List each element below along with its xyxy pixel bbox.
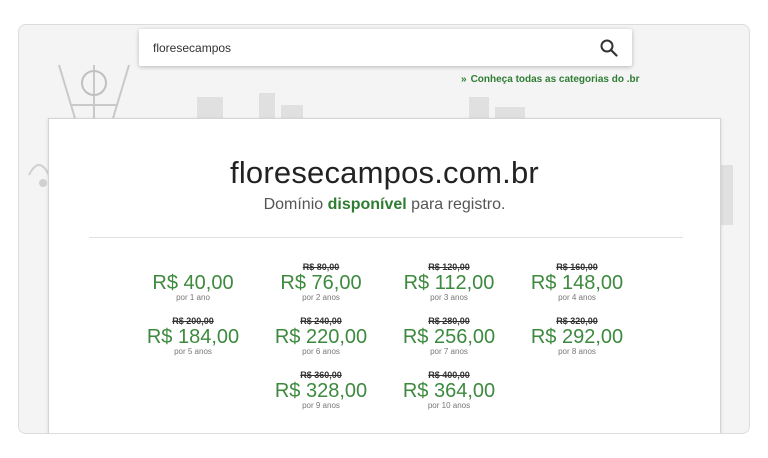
price-period: por 9 anos: [302, 401, 340, 410]
discounted-price: R$ 220,00: [274, 326, 368, 348]
discounted-price: R$ 364,00: [402, 380, 496, 402]
price-period: por 4 anos: [558, 293, 596, 302]
status-prefix: Domínio: [263, 196, 324, 213]
divider: [89, 237, 683, 238]
status-available: disponível: [327, 196, 407, 213]
price-period: por 7 anos: [430, 347, 468, 356]
page-frame: »Conheça todas as categorias do .br flor…: [18, 24, 750, 434]
discounted-price: R$ 184,00: [146, 326, 240, 348]
search-bar: [139, 29, 632, 66]
status-suffix: para registro.: [411, 196, 506, 213]
price-options: R$ 40,00 por 1 ano R$ 80,00 R$ 76,00 por…: [129, 262, 644, 424]
price-period: por 10 anos: [427, 401, 471, 410]
all-categories-label: Conheça todas as categorias do .br: [470, 74, 640, 85]
price-option-4-years[interactable]: R$ 160,00 R$ 148,00 por 4 anos: [513, 262, 641, 316]
all-categories-link[interactable]: » Conheça todas as categorias do .br: [461, 74, 640, 85]
price-period: por 6 anos: [302, 347, 340, 356]
search-icon[interactable]: [600, 39, 618, 57]
price-option-8-years[interactable]: R$ 320,00 R$ 292,00 por 8 anos: [513, 316, 641, 370]
discounted-price: R$ 76,00: [280, 272, 362, 294]
price-option-3-years[interactable]: R$ 120,00 R$ 112,00 por 3 anos: [385, 262, 513, 316]
price-period: por 1 ano: [176, 293, 210, 302]
discounted-price: R$ 40,00: [152, 272, 234, 294]
search-input[interactable]: [153, 29, 583, 66]
price-option-6-years[interactable]: R$ 240,00 R$ 220,00 por 6 anos: [257, 316, 385, 370]
result-card: floresecampos.com.br Domínio disponível …: [48, 118, 721, 433]
discounted-price: R$ 256,00: [402, 326, 496, 348]
chevron-right-icon: »: [461, 74, 467, 85]
domain-name: floresecampos.com.br: [230, 155, 539, 190]
price-option-5-years[interactable]: R$ 200,00 R$ 184,00 por 5 anos: [129, 316, 257, 370]
price-option-2-years[interactable]: R$ 80,00 R$ 76,00 por 2 anos: [257, 262, 385, 316]
price-option-1-year[interactable]: R$ 40,00 por 1 ano: [129, 262, 257, 316]
price-period: por 5 anos: [174, 347, 212, 356]
price-option-10-years[interactable]: R$ 400,00 R$ 364,00 por 10 anos: [385, 370, 513, 424]
discounted-price: R$ 148,00: [530, 272, 624, 294]
price-option-7-years[interactable]: R$ 280,00 R$ 256,00 por 7 anos: [385, 316, 513, 370]
discounted-price: R$ 328,00: [274, 380, 368, 402]
availability-status: Domínio disponível para registro.: [49, 196, 720, 214]
price-period: por 3 anos: [430, 293, 468, 302]
price-option-9-years[interactable]: R$ 360,00 R$ 328,00 por 9 anos: [257, 370, 385, 424]
discounted-price: R$ 112,00: [403, 272, 495, 294]
discounted-price: R$ 292,00: [530, 326, 624, 348]
price-period: por 2 anos: [302, 293, 340, 302]
price-period: por 8 anos: [558, 347, 596, 356]
